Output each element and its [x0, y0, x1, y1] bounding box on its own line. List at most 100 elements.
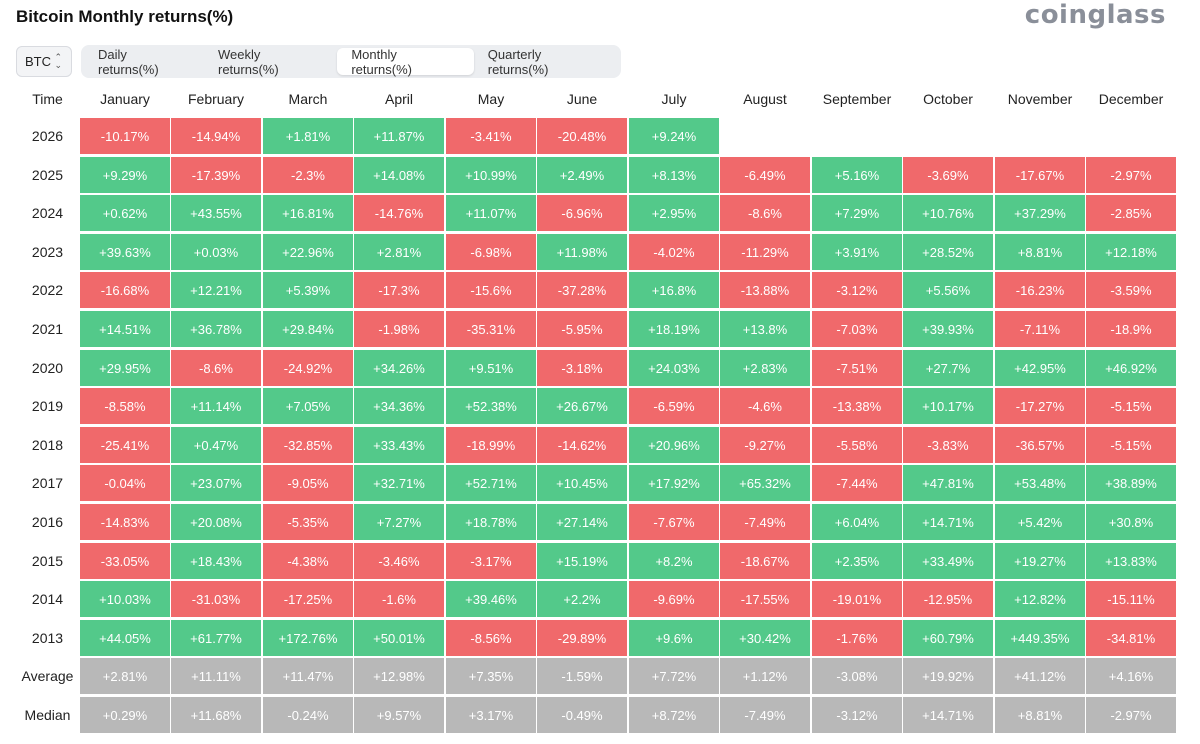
return-cell: -7.03%: [812, 311, 902, 347]
summary-cell: +8.72%: [629, 697, 719, 733]
return-cell: +14.71%: [903, 504, 993, 540]
summary-cell: -0.49%: [537, 697, 627, 733]
return-cell: -36.57%: [995, 427, 1085, 463]
return-cell: +8.13%: [629, 157, 719, 193]
return-cell: -7.67%: [629, 504, 719, 540]
return-cell: +20.08%: [171, 504, 261, 540]
return-cell: -2.85%: [1086, 195, 1176, 231]
return-cell: -6.96%: [537, 195, 627, 231]
column-header-september: September: [822, 91, 892, 107]
return-cell: -3.46%: [354, 543, 444, 579]
return-cell: +16.81%: [263, 195, 353, 231]
return-cell: +2.95%: [629, 195, 719, 231]
return-cell: +52.38%: [446, 388, 536, 424]
return-cell: +28.52%: [903, 234, 993, 270]
return-cell: +12.82%: [995, 581, 1085, 617]
return-cell: -1.76%: [812, 620, 902, 656]
return-cell: +50.01%: [354, 620, 444, 656]
return-cell: -6.49%: [720, 157, 810, 193]
summary-cell: +7.35%: [446, 658, 536, 694]
return-cell: +20.96%: [629, 427, 719, 463]
tab-weekly-returns[interactable]: Weekly returns(%): [204, 47, 337, 77]
summary-cell: +41.12%: [995, 658, 1085, 694]
return-cell: +12.21%: [171, 272, 261, 308]
return-cell: -8.6%: [720, 195, 810, 231]
return-cell: +33.49%: [903, 543, 993, 579]
summary-cell: +19.92%: [903, 658, 993, 694]
return-cell: +23.07%: [171, 465, 261, 501]
tab-quarterly-returns[interactable]: Quarterly returns(%): [474, 47, 618, 77]
return-cell: -11.29%: [720, 234, 810, 270]
return-cell: +30.42%: [720, 620, 810, 656]
return-cell: -33.05%: [80, 543, 170, 579]
summary-cell: +0.29%: [80, 697, 170, 733]
return-cell: -14.62%: [537, 427, 627, 463]
return-cell: -15.11%: [1086, 581, 1176, 617]
return-cell: +2.49%: [537, 157, 627, 193]
return-cell: +27.7%: [903, 350, 993, 386]
return-cell: +29.95%: [80, 350, 170, 386]
return-cell: -3.17%: [446, 543, 536, 579]
return-cell: +32.71%: [354, 465, 444, 501]
summary-cell: +2.81%: [80, 658, 170, 694]
return-cell: -9.05%: [263, 465, 353, 501]
summary-cell: +14.71%: [903, 697, 993, 733]
return-cell: +2.2%: [537, 581, 627, 617]
return-cell: -1.98%: [354, 311, 444, 347]
return-cell: +7.29%: [812, 195, 902, 231]
return-cell: -3.69%: [903, 157, 993, 193]
return-cell: -10.17%: [80, 118, 170, 154]
return-cell: +7.05%: [263, 388, 353, 424]
column-header-december: December: [1098, 91, 1164, 107]
return-cell: +14.08%: [354, 157, 444, 193]
return-cell: -17.55%: [720, 581, 810, 617]
return-cell: +13.83%: [1086, 543, 1176, 579]
summary-cell: +4.16%: [1086, 658, 1176, 694]
return-cell: +12.18%: [1086, 234, 1176, 270]
asset-select[interactable]: BTC ⌃ ⌄: [16, 46, 72, 77]
return-cell: +34.36%: [354, 388, 444, 424]
tab-daily-returns[interactable]: Daily returns(%): [84, 47, 204, 77]
page-title: Bitcoin Monthly returns(%): [16, 7, 234, 26]
return-cell: -18.99%: [446, 427, 536, 463]
return-cell: -19.01%: [812, 581, 902, 617]
return-cell: -14.83%: [80, 504, 170, 540]
return-cell: +7.27%: [354, 504, 444, 540]
return-cell: +1.81%: [263, 118, 353, 154]
return-cell: -20.48%: [537, 118, 627, 154]
summary-cell: -3.08%: [812, 658, 902, 694]
return-cell: -1.6%: [354, 581, 444, 617]
summary-cell: +8.81%: [995, 697, 1085, 733]
asset-select-value: BTC: [25, 54, 51, 69]
return-cell: -5.58%: [812, 427, 902, 463]
return-cell: +11.98%: [537, 234, 627, 270]
summary-cell: -7.49%: [720, 697, 810, 733]
return-cell: -3.18%: [537, 350, 627, 386]
return-cell: -7.49%: [720, 504, 810, 540]
return-cell: +39.63%: [80, 234, 170, 270]
column-header-february: February: [187, 91, 245, 107]
return-cell: +43.55%: [171, 195, 261, 231]
return-cell: -6.59%: [629, 388, 719, 424]
return-cell: -5.15%: [1086, 427, 1176, 463]
return-cell: -13.38%: [812, 388, 902, 424]
tab-monthly-returns[interactable]: Monthly returns(%): [337, 47, 474, 77]
summary-cell: -1.59%: [537, 658, 627, 694]
return-cell: +65.32%: [720, 465, 810, 501]
return-cell: -15.6%: [446, 272, 536, 308]
return-cell: +47.81%: [903, 465, 993, 501]
return-cell: +5.56%: [903, 272, 993, 308]
return-cell: +29.84%: [263, 311, 353, 347]
return-cell: +8.2%: [629, 543, 719, 579]
return-cell: -7.44%: [812, 465, 902, 501]
return-cell: -37.28%: [537, 272, 627, 308]
return-cell: -2.3%: [263, 157, 353, 193]
return-cell: +11.87%: [354, 118, 444, 154]
return-cell: +9.51%: [446, 350, 536, 386]
return-cell: +18.43%: [171, 543, 261, 579]
return-cell: -14.76%: [354, 195, 444, 231]
summary-cell: +12.98%: [354, 658, 444, 694]
return-cell: -16.68%: [80, 272, 170, 308]
return-cell: +13.8%: [720, 311, 810, 347]
return-cell: +6.04%: [812, 504, 902, 540]
